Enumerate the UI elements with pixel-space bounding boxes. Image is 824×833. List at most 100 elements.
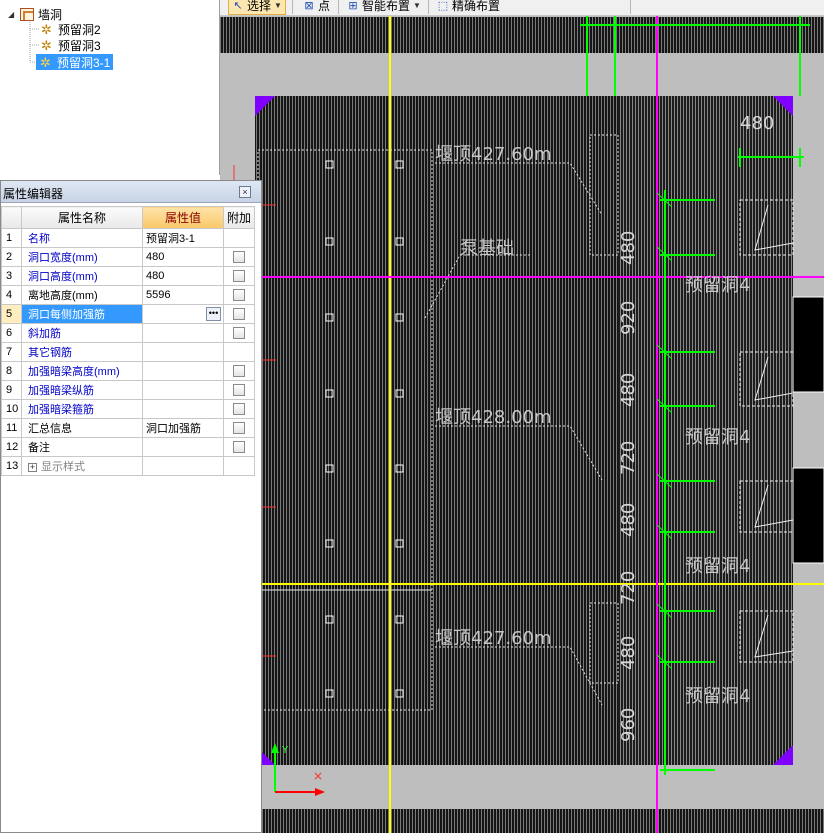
- wall-hole-icon: [20, 7, 34, 21]
- smart-place-icon: ⊞: [348, 0, 358, 12]
- expand-plus-icon[interactable]: +: [28, 463, 37, 472]
- property-editor-titlebar[interactable]: 属性编辑器 ×: [1, 181, 261, 203]
- gear-icon: ✲: [41, 37, 52, 53]
- property-row[interactable]: 7 其它钢筋: [1, 342, 255, 362]
- label-weir-top-2: 堰顶428.00m: [435, 407, 552, 428]
- property-row[interactable]: 3 洞口高度(mm) 480: [1, 266, 255, 286]
- property-value[interactable]: [142, 456, 224, 476]
- dim-480-d: 480: [618, 636, 639, 670]
- property-row[interactable]: 13 + 显示样式: [1, 456, 255, 476]
- extra-checkbox[interactable]: [233, 308, 245, 321]
- black-block: [792, 467, 824, 564]
- precise-place-button[interactable]: ⬚ 精确布置: [434, 0, 503, 15]
- black-block: [792, 296, 824, 393]
- extra-checkbox[interactable]: [233, 327, 245, 340]
- tree-item-wall-hole[interactable]: ◢ 墙洞: [8, 6, 62, 22]
- property-value[interactable]: 480: [142, 266, 224, 286]
- top-wall-strip: [220, 17, 824, 53]
- dim-720-a: 720: [618, 441, 639, 475]
- precise-place-icon: ⬚: [437, 0, 449, 12]
- extra-checkbox[interactable]: [233, 441, 245, 454]
- extra-checkbox[interactable]: [233, 403, 245, 416]
- property-name: 洞口宽度(mm): [21, 247, 143, 267]
- drawing-toolbar: ↖ 选择 ▼ ⊠ 点 ⊞ 智能布置 ▼ ⬚ 精确布置: [220, 0, 824, 16]
- property-value[interactable]: [142, 361, 224, 381]
- ellipsis-button[interactable]: •••: [206, 307, 221, 321]
- property-name-header[interactable]: 属性名称: [21, 206, 143, 229]
- extra-checkbox[interactable]: [233, 384, 245, 397]
- cad-drawing-viewport[interactable]: × Y 480 480 920 480 720 480 720 480 960 …: [220, 15, 824, 833]
- property-name: 备注: [21, 437, 143, 457]
- property-row[interactable]: 9 加强暗梁纵筋: [1, 380, 255, 400]
- property-name: 汇总信息: [21, 418, 143, 438]
- property-row[interactable]: 2 洞口宽度(mm) 480: [1, 247, 255, 267]
- extra-checkbox[interactable]: [233, 289, 245, 302]
- property-value[interactable]: 5596: [142, 285, 224, 305]
- dim-920: 920: [618, 301, 639, 335]
- svg-text:×: ×: [313, 769, 323, 783]
- property-row[interactable]: 12 备注: [1, 437, 255, 457]
- cursor-arrow-icon: ↖: [233, 0, 243, 12]
- property-row[interactable]: 4 离地高度(mm) 5596: [1, 285, 255, 305]
- extra-checkbox[interactable]: [233, 365, 245, 378]
- property-row-selected[interactable]: 5 洞口每侧加强筋 •••: [1, 304, 255, 324]
- extra-header[interactable]: 附加: [223, 206, 255, 229]
- label-reserved-hole: 预留洞4: [685, 427, 750, 448]
- property-name: 离地高度(mm): [21, 285, 143, 305]
- label-weir-top-3: 堰顶427.60m: [435, 628, 552, 649]
- property-value[interactable]: 预留洞3-1: [142, 228, 224, 248]
- top-dimension: 480: [740, 113, 774, 134]
- property-value[interactable]: 洞口加强筋: [142, 418, 224, 438]
- property-value-header[interactable]: 属性值: [142, 206, 224, 229]
- dim-480-a: 480: [618, 231, 639, 265]
- tree-item-reserved-hole-3[interactable]: ✲ 预留洞3: [40, 37, 101, 53]
- property-grid: 属性名称 属性值 附加 1 名称 预留洞3-1 2 洞口宽度(mm) 480 3…: [1, 206, 255, 476]
- extra-checkbox[interactable]: [233, 251, 245, 264]
- close-icon[interactable]: ×: [239, 186, 251, 198]
- property-value[interactable]: •••: [142, 304, 224, 324]
- point-button[interactable]: ⊠ 点: [300, 0, 333, 15]
- gear-icon: ✲: [41, 21, 52, 37]
- gear-icon: ✲: [40, 54, 51, 70]
- property-name[interactable]: + 显示样式: [21, 456, 143, 476]
- property-value[interactable]: 480: [142, 247, 224, 267]
- chevron-down-icon[interactable]: ▼: [274, 1, 282, 10]
- row-number-header: [1, 206, 22, 229]
- property-name: 加强暗梁纵筋: [21, 380, 143, 400]
- svg-text:Y: Y: [281, 745, 289, 756]
- property-name: 其它钢筋: [21, 342, 143, 362]
- property-value[interactable]: [142, 437, 224, 457]
- property-name: 洞口每侧加强筋: [21, 304, 143, 324]
- property-row[interactable]: 11 汇总信息 洞口加强筋: [1, 418, 255, 438]
- extra-checkbox[interactable]: [233, 422, 245, 435]
- property-editor-panel: 属性编辑器 × 属性名称 属性值 附加 1 名称 预留洞3-1 2 洞口宽度(m…: [0, 180, 262, 833]
- property-value[interactable]: [142, 342, 224, 362]
- collapse-triangle-icon[interactable]: ◢: [8, 10, 17, 19]
- property-row[interactable]: 8 加强暗梁高度(mm): [1, 361, 255, 381]
- label-weir-top-1: 堰顶427.60m: [435, 144, 552, 165]
- select-button[interactable]: ↖ 选择 ▼: [228, 0, 286, 15]
- property-row[interactable]: 6 斜加筋: [1, 323, 255, 343]
- property-row[interactable]: 1 名称 预留洞3-1: [1, 228, 255, 248]
- dim-720-b: 720: [618, 571, 639, 605]
- point-place-icon: ⊠: [304, 0, 314, 12]
- property-value[interactable]: [142, 380, 224, 400]
- label-pump-base: 泵基础: [460, 238, 514, 259]
- bottom-wall-strip: [260, 809, 824, 833]
- property-name: 加强暗梁高度(mm): [21, 361, 143, 381]
- property-row[interactable]: 10 加强暗梁箍筋: [1, 399, 255, 419]
- smart-place-button[interactable]: ⊞ 智能布置 ▼: [344, 0, 424, 15]
- dim-960: 960: [618, 708, 639, 742]
- component-tree: ◢ 墙洞 ✲ 预留洞2 ✲ 预留洞3 ✲ 预留洞3-1: [0, 0, 220, 175]
- chevron-down-icon[interactable]: ▼: [413, 1, 421, 10]
- tree-item-reserved-hole-2[interactable]: ✲ 预留洞2: [40, 21, 101, 37]
- property-name: 名称: [21, 228, 143, 248]
- label-reserved-hole: 预留洞4: [685, 556, 750, 577]
- label-reserved-hole: 预留洞4: [685, 275, 750, 296]
- property-name: 斜加筋: [21, 323, 143, 343]
- tree-item-reserved-hole-3-1[interactable]: ✲ 预留洞3-1: [36, 54, 114, 70]
- property-value[interactable]: [142, 399, 224, 419]
- property-value[interactable]: [142, 323, 224, 343]
- extra-checkbox[interactable]: [233, 270, 245, 283]
- dim-480-b: 480: [618, 373, 639, 407]
